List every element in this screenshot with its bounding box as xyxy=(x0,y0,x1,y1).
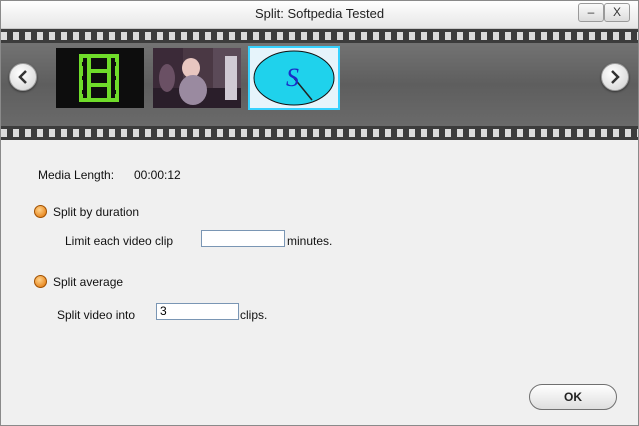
video-frame-image xyxy=(153,48,241,108)
close-button[interactable]: X xyxy=(604,3,630,22)
title-bar: Split: Softpedia Tested – X xyxy=(1,1,638,29)
media-length-label: Media Length: xyxy=(38,168,115,182)
film-icon xyxy=(56,48,144,108)
logo-image: S xyxy=(250,48,338,108)
split-by-duration-label[interactable]: Split by duration xyxy=(53,205,139,219)
thumbnail-film-clip[interactable] xyxy=(56,48,144,108)
limit-clip-label: Limit each video clip xyxy=(65,234,174,248)
media-length-value: 00:00:12 xyxy=(134,168,181,182)
thumbnail-video-frame[interactable] xyxy=(153,48,241,108)
filmstrip-top-perforations xyxy=(1,32,638,40)
chevron-right-icon xyxy=(611,70,620,84)
filmstrip: S xyxy=(1,29,638,140)
next-button[interactable] xyxy=(601,63,629,91)
clips-label: clips. xyxy=(240,308,268,322)
chevron-left-icon xyxy=(18,70,27,84)
split-by-duration-radio[interactable] xyxy=(34,205,47,218)
filmstrip-bottom-perforations xyxy=(1,129,638,137)
ok-button[interactable]: OK xyxy=(529,384,617,410)
split-average-label[interactable]: Split average xyxy=(53,275,123,289)
clip-count-input[interactable] xyxy=(156,303,239,320)
minutes-label: minutes. xyxy=(287,234,333,248)
thumbnail-logo-selected[interactable]: S xyxy=(248,46,340,110)
split-average-radio[interactable] xyxy=(34,275,47,288)
split-into-label: Split video into xyxy=(57,308,136,322)
window-title: Split: Softpedia Tested xyxy=(254,6,385,21)
split-dialog: Split: Softpedia Tested – X S Media Leng… xyxy=(0,0,639,426)
logo-letter: S xyxy=(286,63,299,92)
previous-button[interactable] xyxy=(9,63,37,91)
duration-minutes-input[interactable] xyxy=(201,230,285,247)
minimize-button[interactable]: – xyxy=(578,3,604,22)
split-options: Media Length: 00:00:12 Split by duration… xyxy=(1,141,638,425)
